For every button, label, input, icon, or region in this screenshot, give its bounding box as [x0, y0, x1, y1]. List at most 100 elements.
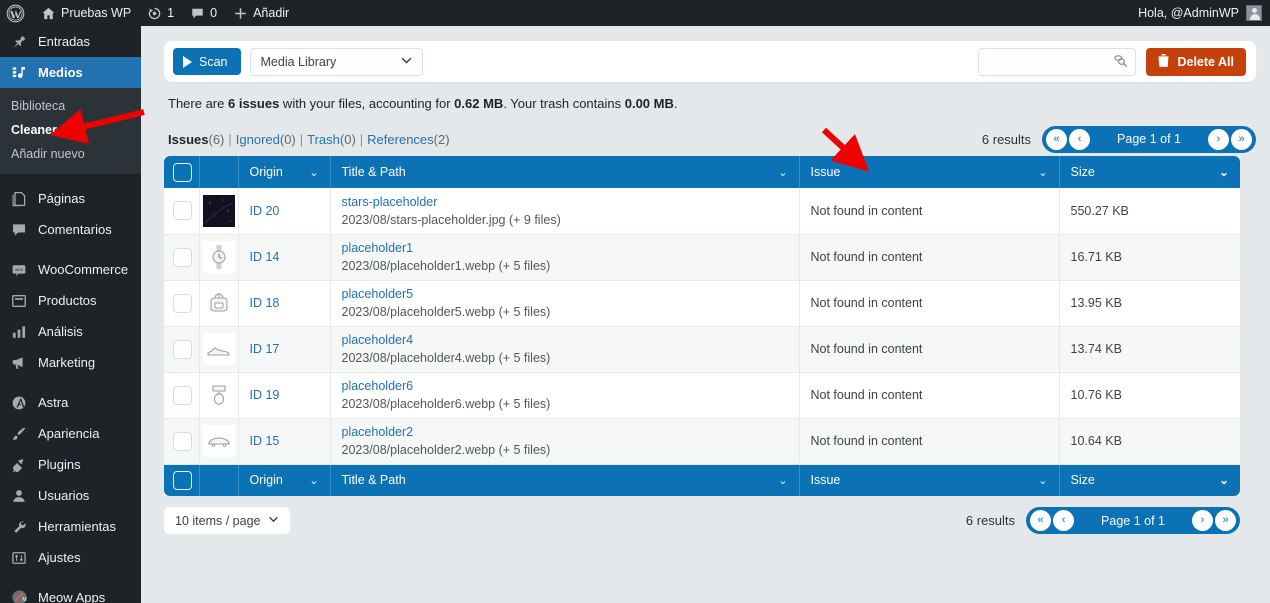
tab-ignored[interactable]: Ignored — [236, 132, 280, 147]
sidebar-item-paginas[interactable]: Páginas — [0, 183, 141, 214]
sidebar-item-apariencia[interactable]: Apariencia — [0, 418, 141, 449]
sidebar-item-comentarios[interactable]: Comentarios — [0, 214, 141, 245]
sidebar-subitem-cleaner[interactable]: Cleaner — [0, 118, 141, 142]
chevron-down-icon[interactable]: ⌄ — [309, 474, 318, 487]
summary-trash-size: 0.00 MB — [624, 96, 674, 111]
row-checkbox[interactable] — [173, 339, 192, 359]
my-account-menu[interactable]: Hola, @AdminWP — [1138, 5, 1270, 21]
size-footer[interactable]: Size ⌄ — [1059, 464, 1240, 496]
sidebar-item-astra[interactable]: Astra — [0, 387, 141, 418]
prev-page-button[interactable]: ‹ — [1053, 510, 1075, 531]
items-per-page-select[interactable]: 10 items / page — [164, 507, 291, 534]
table-row[interactable]: ID 18 placeholder5 2023/08/placeholder5.… — [164, 280, 1240, 327]
row-checkbox[interactable] — [173, 385, 192, 405]
last-page-button[interactable]: » — [1215, 510, 1236, 531]
first-page-button[interactable]: « — [1046, 128, 1068, 150]
sidebar-item-entradas[interactable]: Entradas — [0, 26, 141, 57]
last-page-button[interactable]: » — [1231, 128, 1252, 150]
table-row[interactable]: ID 20 stars-placeholder 2023/08/stars-pl… — [164, 188, 1240, 235]
plus-icon — [233, 6, 248, 21]
first-page-button[interactable]: « — [1030, 510, 1052, 531]
chevron-down-icon[interactable]: ⌄ — [1038, 474, 1047, 487]
sidebar-item-meow-apps[interactable]: M Meow Apps — [0, 582, 141, 603]
tab-trash[interactable]: Trash — [307, 132, 340, 147]
brush-icon — [9, 426, 29, 442]
sidebar-separator — [0, 573, 141, 582]
chevron-down-icon[interactable]: ⌄ — [778, 166, 787, 179]
next-page-button[interactable]: › — [1208, 128, 1229, 150]
origin-footer[interactable]: Origin ⌄ — [238, 464, 331, 496]
title-link[interactable]: placeholder6 — [342, 377, 788, 395]
source-select[interactable]: Media Library — [249, 47, 423, 76]
issues-table-head: Origin ⌄ Title & Path ⌄ Issue ⌄ Size ⌄ — [164, 156, 1240, 188]
scan-button[interactable]: Scan — [173, 48, 241, 75]
title-link[interactable]: stars-placeholder — [342, 193, 788, 211]
issue-footer[interactable]: Issue ⌄ — [799, 464, 1060, 496]
title-path-footer[interactable]: Title & Path ⌄ — [330, 464, 800, 496]
title-link[interactable]: placeholder1 — [342, 239, 788, 257]
prev-page-button[interactable]: ‹ — [1069, 128, 1091, 150]
size-header[interactable]: Size ⌄ — [1059, 156, 1240, 188]
origin-link[interactable]: ID 20 — [250, 204, 280, 218]
table-row[interactable]: ID 17 placeholder4 2023/08/placeholder4.… — [164, 326, 1240, 373]
sidebar-item-marketing[interactable]: Marketing — [0, 347, 141, 378]
wp-logo-menu[interactable] — [0, 0, 33, 26]
sidebar-item-productos[interactable]: Productos — [0, 285, 141, 316]
search-box[interactable] — [978, 47, 1137, 76]
sidebar-item-analisis[interactable]: Análisis — [0, 316, 141, 347]
comments-menu[interactable]: 0 — [182, 0, 225, 26]
sidebar-item-medios[interactable]: Medios — [0, 57, 141, 88]
issue-header[interactable]: Issue ⌄ — [799, 156, 1060, 188]
new-content-menu[interactable]: Añadir — [225, 0, 297, 26]
sidebar-item-label: Análisis — [38, 324, 83, 339]
row-title-cell: placeholder2 2023/08/placeholder2.webp (… — [330, 418, 800, 465]
select-all-checkbox[interactable] — [173, 162, 192, 182]
sidebar-subitem-biblioteca[interactable]: Biblioteca — [0, 94, 141, 118]
row-checkbox[interactable] — [173, 293, 192, 313]
select-all-checkbox-footer[interactable] — [173, 470, 192, 490]
origin-header[interactable]: Origin ⌄ — [238, 156, 331, 188]
sidebar-item-label: Productos — [38, 293, 97, 308]
origin-link[interactable]: ID 17 — [250, 342, 280, 356]
search-icon[interactable] — [1113, 53, 1128, 71]
table-row[interactable]: ID 14 placeholder1 2023/08/placeholder1.… — [164, 234, 1240, 281]
sidebar-item-plugins[interactable]: Plugins — [0, 449, 141, 480]
table-row[interactable]: ID 19 placeholder6 2023/08/placeholder6.… — [164, 372, 1240, 419]
title-link[interactable]: placeholder4 — [342, 331, 788, 349]
row-checkbox[interactable] — [173, 431, 192, 451]
title-link[interactable]: placeholder2 — [342, 423, 788, 441]
site-name-menu[interactable]: Pruebas WP — [33, 0, 139, 26]
origin-link[interactable]: ID 19 — [250, 388, 280, 402]
sidebar-item-herramientas[interactable]: Herramientas — [0, 511, 141, 542]
chevron-down-icon[interactable]: ⌄ — [1219, 165, 1229, 179]
sidebar-item-woocommerce[interactable]: woo WooCommerce — [0, 254, 141, 285]
tab-issues[interactable]: Issues — [168, 132, 208, 147]
updates-menu[interactable]: 1 — [139, 0, 182, 26]
origin-link[interactable]: ID 14 — [250, 250, 280, 264]
delete-all-button[interactable]: Delete All — [1146, 47, 1246, 76]
origin-link[interactable]: ID 15 — [250, 434, 280, 448]
chevron-down-icon[interactable]: ⌄ — [309, 166, 318, 179]
next-page-button[interactable]: › — [1192, 510, 1213, 531]
title-link[interactable]: placeholder5 — [342, 285, 788, 303]
row-checkbox[interactable] — [173, 247, 192, 267]
sneaker-thumbnail — [202, 333, 235, 365]
chevron-down-icon[interactable]: ⌄ — [1038, 166, 1047, 179]
select-all-header — [164, 156, 200, 188]
row-checkbox[interactable] — [173, 201, 192, 221]
sidebar-item-usuarios[interactable]: Usuarios — [0, 480, 141, 511]
origin-link[interactable]: ID 18 — [250, 296, 280, 310]
tab-references[interactable]: References — [367, 132, 433, 147]
chevron-down-icon[interactable]: ⌄ — [1219, 473, 1229, 487]
title-path-header[interactable]: Title & Path ⌄ — [330, 156, 800, 188]
stars-thumbnail — [202, 194, 235, 227]
table-row[interactable]: ID 15 placeholder2 2023/08/placeholder2.… — [164, 418, 1240, 465]
thumbnail-header — [199, 156, 239, 188]
file-path: 2023/08/stars-placeholder.jpg (+ 9 files… — [341, 212, 561, 227]
chevron-down-icon[interactable]: ⌄ — [778, 474, 787, 487]
size-header-label: Size — [1070, 165, 1095, 179]
sidebar-item-ajustes[interactable]: Ajustes — [0, 542, 141, 573]
search-input[interactable] — [987, 54, 1114, 69]
sidebar-subitem-anadir-nuevo[interactable]: Añadir nuevo — [0, 142, 141, 166]
megaphone-icon — [9, 355, 29, 371]
